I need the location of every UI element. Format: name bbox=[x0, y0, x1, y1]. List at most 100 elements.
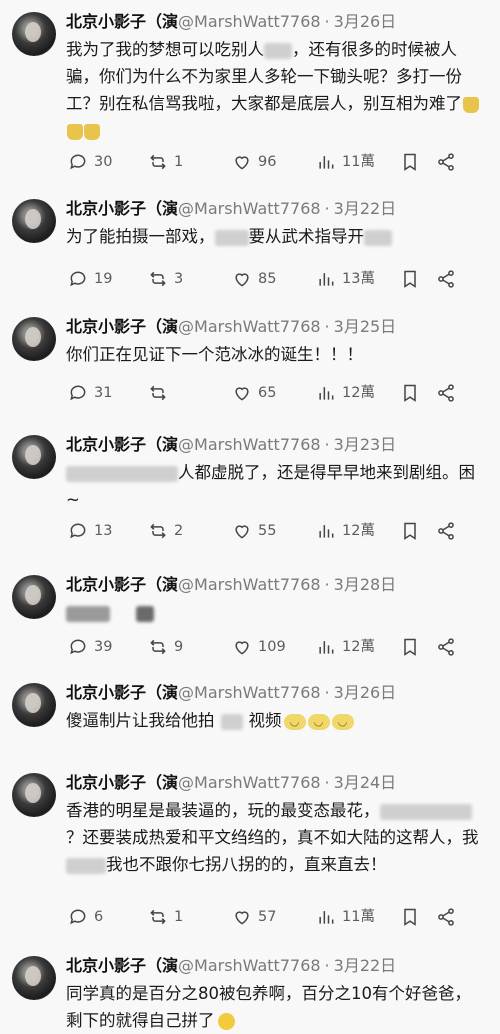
views-button[interactable]: 11萬 bbox=[316, 150, 375, 174]
like-button[interactable]: 65 bbox=[232, 381, 276, 405]
avatar[interactable] bbox=[12, 575, 56, 619]
share-button[interactable] bbox=[436, 150, 456, 174]
grin-emoji-icon bbox=[217, 1013, 235, 1030]
pray-emoji-icon bbox=[84, 123, 100, 140]
bookmark-button[interactable] bbox=[400, 150, 420, 174]
repost-button[interactable]: 1 bbox=[148, 150, 183, 174]
action-bar: 30 1 96 11萬 bbox=[66, 150, 490, 174]
like-button[interactable]: 85 bbox=[232, 267, 276, 291]
views-button[interactable]: 12萬 bbox=[316, 381, 375, 405]
bookmark-button[interactable] bbox=[400, 267, 420, 291]
repost-button[interactable]: 2 bbox=[148, 519, 183, 543]
post-text: 同学真的是百分之80被包养啊，百分之10有个好爸爸，剩下的就得自己拼了 bbox=[66, 984, 471, 1030]
avatar[interactable] bbox=[12, 199, 56, 243]
pray-emoji-icon bbox=[67, 123, 83, 140]
repost-button[interactable]: 1 bbox=[148, 905, 183, 929]
avatar[interactable] bbox=[12, 12, 56, 56]
author-name[interactable]: 北京小影子（演 bbox=[66, 199, 178, 218]
share-button[interactable] bbox=[436, 381, 456, 405]
share-icon bbox=[438, 522, 454, 540]
avatar[interactable] bbox=[12, 956, 56, 1000]
repost-button[interactable]: 9 bbox=[148, 635, 183, 659]
author-handle[interactable]: @MarshWatt7768 bbox=[178, 956, 321, 975]
redacted-text bbox=[136, 605, 154, 622]
avatar[interactable] bbox=[12, 773, 56, 817]
post[interactable]: 北京小影子（演@MarshWatt7768 · 3月26日 我为了我的梦想可以吃别人… bbox=[0, 0, 500, 188]
views-button[interactable]: 13萬 bbox=[316, 267, 375, 291]
author-handle[interactable]: @MarshWatt7768 bbox=[178, 317, 321, 336]
author-name[interactable]: 北京小影子（演 bbox=[66, 683, 178, 702]
repost-button[interactable]: 3 bbox=[148, 267, 183, 291]
comment-bubble-icon bbox=[70, 909, 86, 925]
bookmark-button[interactable] bbox=[400, 905, 420, 929]
author-name[interactable]: 北京小影子（演 bbox=[66, 773, 178, 792]
laugh-emoji-icon: ◡ bbox=[307, 713, 330, 730]
author-name[interactable]: 北京小影子（演 bbox=[66, 317, 178, 336]
like-button[interactable]: 55 bbox=[232, 519, 276, 543]
avatar[interactable] bbox=[12, 683, 56, 727]
author-handle[interactable]: @MarshWatt7768 bbox=[178, 575, 321, 594]
post-text: 傻逼制片让我给他拍 视频 ◡ ◡ ◡ bbox=[66, 707, 486, 734]
view-count: 12萬 bbox=[342, 523, 375, 539]
views-button[interactable]: 12萬 bbox=[316, 519, 375, 543]
repost-arrows-icon bbox=[150, 271, 166, 287]
avatar[interactable] bbox=[12, 317, 56, 361]
post[interactable]: 北京小影子（演@MarshWatt7768 · 3月23日 人都虚脱了，还是得早早地… bbox=[0, 423, 500, 564]
post[interactable]: 北京小影子（演@MarshWatt7768 · 3月25日 你们正在见证下一个范冰冰… bbox=[0, 305, 500, 424]
view-count: 11萬 bbox=[342, 154, 375, 170]
post-date[interactable]: 3月26日 bbox=[334, 12, 397, 31]
like-button[interactable]: 57 bbox=[232, 905, 276, 929]
post-date[interactable]: 3月24日 bbox=[334, 773, 397, 792]
reply-button[interactable]: 30 bbox=[68, 150, 112, 174]
share-button[interactable] bbox=[436, 519, 456, 543]
post-date[interactable]: 3月28日 bbox=[334, 575, 397, 594]
comment-bubble-icon bbox=[70, 385, 86, 401]
views-button[interactable]: 12萬 bbox=[316, 635, 375, 659]
post[interactable]: 北京小影子（演@MarshWatt7768 · 3月22日 同学真的是百分之80被包… bbox=[0, 944, 500, 1034]
reply-button[interactable]: 6 bbox=[68, 905, 103, 929]
post[interactable]: 北京小影子（演@MarshWatt7768 · 3月26日 傻逼制片让我给他拍 视频 ◡… bbox=[0, 671, 500, 762]
reply-button[interactable]: 19 bbox=[68, 267, 112, 291]
post-header: 北京小影子（演@MarshWatt7768 · 3月24日 bbox=[66, 773, 397, 792]
post-date[interactable]: 3月22日 bbox=[334, 199, 397, 218]
author-name[interactable]: 北京小影子（演 bbox=[66, 435, 178, 454]
heart-icon bbox=[235, 387, 249, 401]
reply-button[interactable]: 13 bbox=[68, 519, 112, 543]
share-button[interactable] bbox=[436, 635, 456, 659]
like-count: 85 bbox=[258, 271, 277, 287]
author-handle[interactable]: @MarshWatt7768 bbox=[178, 683, 321, 702]
action-bar: 19 3 85 13萬 bbox=[66, 267, 490, 291]
author-handle[interactable]: @MarshWatt7768 bbox=[178, 435, 321, 454]
bookmark-button[interactable] bbox=[400, 635, 420, 659]
post-date[interactable]: 3月25日 bbox=[334, 317, 397, 336]
post[interactable]: 北京小影子（演@MarshWatt7768 · 3月22日 为了能拍摄一部戏， 要从武… bbox=[0, 187, 500, 306]
author-name[interactable]: 北京小影子（演 bbox=[66, 12, 178, 31]
like-button[interactable]: 96 bbox=[232, 150, 276, 174]
post-date[interactable]: 3月26日 bbox=[334, 683, 397, 702]
author-handle[interactable]: @MarshWatt7768 bbox=[178, 773, 321, 792]
like-button[interactable]: 109 bbox=[232, 635, 286, 659]
repost-count: 9 bbox=[174, 639, 184, 655]
author-name[interactable]: 北京小影子（演 bbox=[66, 575, 178, 594]
post-header: 北京小影子（演@MarshWatt7768 · 3月22日 bbox=[66, 199, 397, 218]
post[interactable]: 北京小影子（演@MarshWatt7768 · 3月28日 39 9 109 12萬 bbox=[0, 563, 500, 672]
reply-button[interactable]: 39 bbox=[68, 635, 112, 659]
author-name[interactable]: 北京小影子（演 bbox=[66, 956, 178, 975]
avatar[interactable] bbox=[12, 435, 56, 479]
bookmark-button[interactable] bbox=[400, 519, 420, 543]
reply-button[interactable]: 31 bbox=[68, 381, 112, 405]
bookmark-button[interactable] bbox=[400, 381, 420, 405]
share-button[interactable] bbox=[436, 905, 456, 929]
repost-button[interactable] bbox=[148, 381, 174, 405]
post-date[interactable]: 3月22日 bbox=[334, 956, 397, 975]
author-handle[interactable]: @MarshWatt7768 bbox=[178, 199, 321, 218]
author-handle[interactable]: @MarshWatt7768 bbox=[178, 12, 321, 31]
post-text bbox=[66, 599, 486, 626]
reply-count: 6 bbox=[94, 909, 104, 925]
share-button[interactable] bbox=[436, 267, 456, 291]
post-date[interactable]: 3月23日 bbox=[334, 435, 397, 454]
repost-arrows-icon bbox=[150, 154, 166, 170]
views-button[interactable]: 11萬 bbox=[316, 905, 375, 929]
post[interactable]: 北京小影子（演@MarshWatt7768 · 3月24日 香港的明星是最装逼的，玩… bbox=[0, 761, 500, 945]
redacted-text bbox=[66, 465, 178, 482]
